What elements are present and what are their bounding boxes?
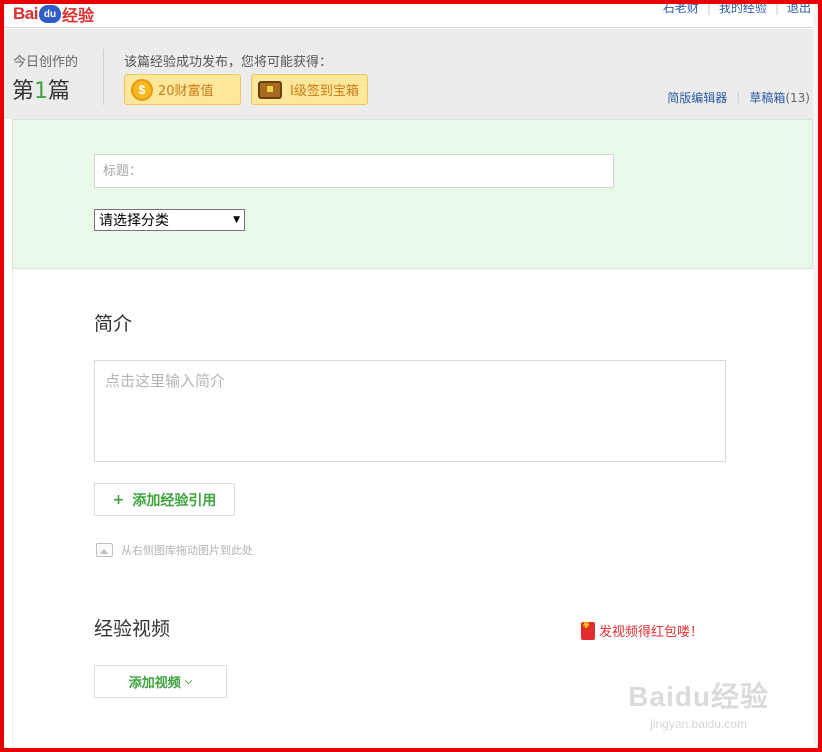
today-count-prefix: 第: [12, 79, 35, 104]
wealth-reward-label: 20财富值: [158, 84, 214, 99]
today-count-number: 1: [34, 79, 49, 104]
header-divider: [103, 49, 104, 105]
drafts-link-label: 草稿箱: [749, 91, 786, 105]
drafts-link[interactable]: 草稿箱(13): [749, 89, 810, 106]
video-heading: 经验视频: [94, 618, 171, 640]
chest-reward-label: Ⅰ级签到宝箱: [290, 84, 359, 99]
chevron-down-icon: ⌵: [184, 676, 193, 687]
dropdown-arrow-icon: ▼: [233, 215, 240, 225]
image-drag-hint: 从右侧图库拖动图片到此处: [96, 542, 253, 558]
username-link[interactable]: 石老财: [663, 0, 699, 16]
today-count-suffix: 篇: [48, 79, 71, 104]
coin-icon: $: [131, 78, 153, 101]
divider: |: [736, 90, 741, 105]
my-experience-link[interactable]: 我的经验: [719, 0, 767, 16]
intro-heading: 简介: [94, 313, 133, 335]
editor-main: 简介 点击这里输入简介 + 添加经验引用 从右侧图库拖动图片到此处 经验视频 发…: [12, 269, 813, 745]
baidu-watermark: Baidu经验 jingyan.baidu.com: [628, 675, 769, 731]
baidu-paw-icon: du: [38, 5, 61, 23]
category-select[interactable]: 请选择分类 ▼: [94, 209, 245, 231]
editor-links: 简版编辑器 | 草稿箱(13): [667, 89, 810, 106]
category-selected-value: 请选择分类: [99, 213, 169, 229]
wealth-reward-badge: $ 20财富值: [124, 74, 241, 105]
chest-reward-badge: Ⅰ级签到宝箱: [251, 74, 368, 105]
right-scroll-edge: [813, 4, 818, 748]
divider: |: [774, 1, 779, 15]
left-margin: [4, 119, 12, 745]
watermark-url: jingyan.baidu.com: [650, 717, 747, 731]
simple-editor-link[interactable]: 简版编辑器: [667, 89, 727, 106]
add-reference-label: 添加经验引用: [132, 492, 217, 509]
logout-link[interactable]: 退出: [787, 0, 811, 16]
video-redpacket-promo[interactable]: 发视频得红包喽！: [581, 621, 703, 640]
user-links: 石老财 | 我的经验 | 退出: [663, 0, 811, 16]
add-video-button[interactable]: 添加视频 ⌵: [94, 665, 227, 698]
baidu-jingyan-logo[interactable]: Bai du 经验: [13, 4, 94, 25]
logo-text-bai: Bai: [13, 4, 38, 23]
logo-text-jingyan: 经验: [61, 6, 94, 25]
add-reference-button[interactable]: + 添加经验引用: [94, 483, 235, 516]
title-input[interactable]: [94, 154, 614, 188]
watermark-logo: Baidu经验: [628, 681, 769, 712]
intro-placeholder: 点击这里输入简介: [105, 372, 226, 390]
section-border: [12, 269, 13, 745]
treasure-chest-icon: [258, 80, 282, 99]
today-created-label: 今日创作的: [13, 55, 79, 70]
title-category-section: 请选择分类 ▼: [12, 119, 813, 269]
add-video-label: 添加视频: [128, 676, 181, 691]
drafts-count: (13): [785, 91, 810, 105]
today-count: 第1篇: [12, 73, 70, 105]
reward-title: 该篇经验成功发布，您将可能获得：: [124, 55, 333, 70]
image-icon: [96, 543, 113, 557]
creation-header: 今日创作的 第1篇 该篇经验成功发布，您将可能获得： $ 20财富值 Ⅰ级签到宝…: [4, 29, 813, 119]
red-packet-icon: [581, 621, 595, 640]
drag-hint-text: 从右侧图库拖动图片到此处: [121, 544, 253, 557]
video-promo-text: 发视频得红包喽！: [599, 625, 704, 640]
plus-icon: +: [112, 491, 125, 508]
top-bar: Bai du 经验 石老财 | 我的经验 | 退出: [4, 1, 813, 28]
divider: |: [706, 1, 711, 15]
intro-textarea[interactable]: 点击这里输入简介: [94, 360, 726, 462]
